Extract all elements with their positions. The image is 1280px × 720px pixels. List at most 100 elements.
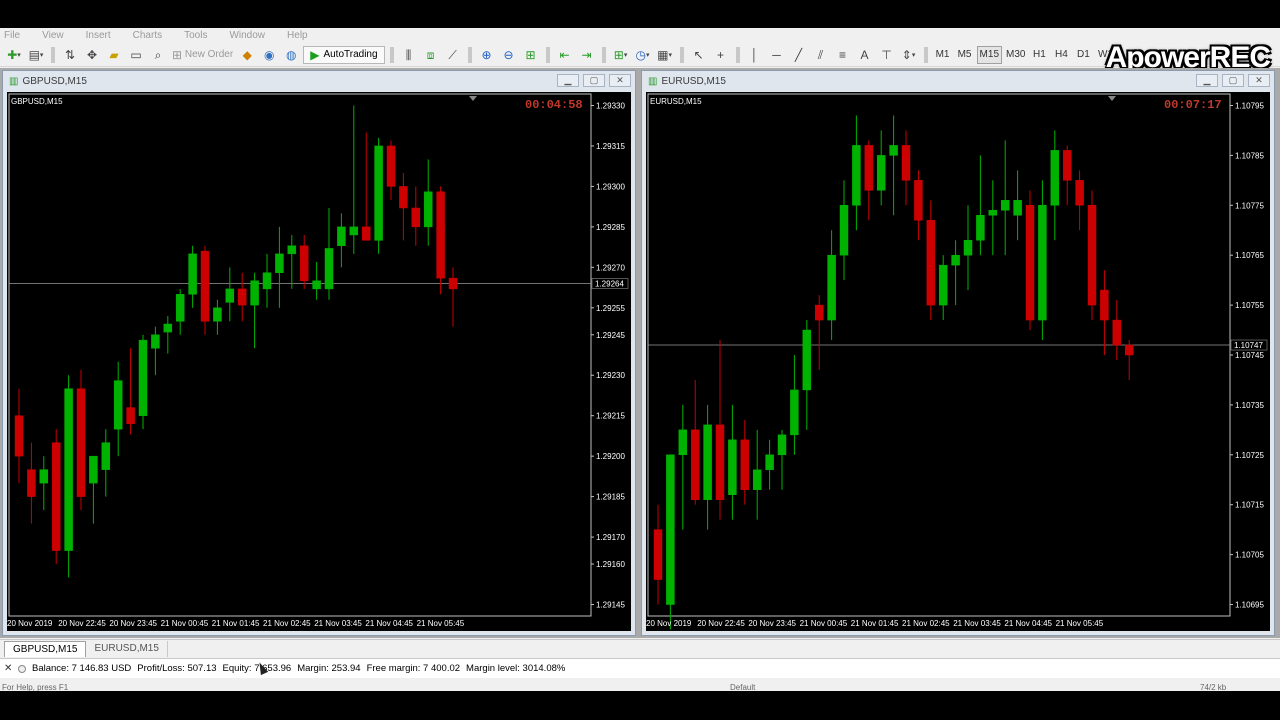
candle-body [423,191,433,228]
tile-windows-button[interactable]: ⊞ [521,46,541,64]
candle-body [361,226,371,241]
chart-symbol-label: GBPUSD,M15 [11,97,63,106]
minimize-button[interactable]: ▁ [1196,74,1218,87]
chart-window-eurusd[interactable]: ▥ EURUSD,M15 ▁ ▢ ✕ 1.10795 1.10785 1.10775… [641,70,1275,636]
templates-button[interactable]: ▦ ▾ [655,46,675,64]
menu-insert[interactable]: Insert [86,30,111,41]
navigator-button[interactable]: ✥ [82,46,102,64]
price-tick-label: 1.10695 [1235,601,1264,610]
tab-eurusd[interactable]: EURUSD,M15 [86,641,168,657]
autotrading-button[interactable]: ▶ AutoTrading [303,45,385,64]
menu-charts[interactable]: Charts [133,30,162,41]
close-button[interactable]: ✕ [1248,74,1270,87]
candle-body [101,442,111,470]
candle-body [765,454,774,471]
price-tick-label: 1.29160 [596,560,625,569]
menu-file[interactable]: File [4,30,20,41]
new-order-button[interactable]: ⊞ New Order [170,46,235,64]
channel-button[interactable]: ⫽ [811,46,831,64]
terminal-button[interactable]: ▭ [126,46,146,64]
auto-scroll-button[interactable]: ⇤ [555,46,575,64]
candle-body [864,145,874,191]
crosshair-tool-button[interactable]: + [711,46,731,64]
chart-canvas[interactable]: 1.10795 1.10785 1.10775 1.10765 1.10755 1.107… [646,92,1270,631]
minimize-button[interactable]: ▁ [557,74,579,87]
new-chart-button[interactable]: ✚ ▾ [4,46,24,64]
bar-chart-button[interactable]: ⫼ [399,46,419,64]
eurusd-candlestick-chart[interactable]: 1.10795 1.10785 1.10775 1.10765 1.10755 1.107… [646,92,1272,633]
candle-body [126,407,135,425]
menu-window[interactable]: Window [229,30,265,41]
timeframe-h4[interactable]: H4 [1051,46,1071,64]
data-window-button[interactable]: ▰ [104,46,124,64]
candle-body [876,155,886,191]
toolbar-separator [923,46,928,63]
time-axis-label: 21 Nov 02:45 [902,619,950,628]
profiles-button[interactable]: ▤ ▾ [26,46,46,64]
timeframe-m5[interactable]: M5 [955,46,975,64]
zoom-out-button[interactable]: ⊖ [499,46,519,64]
main-toolbar: ✚ ▾ ▤ ▾ ⇅ ✥ ▰ ▭ ⌕ ⊞ New Order ◆ ◉ ◍ ▶ AutoT… [0,43,1280,67]
menu-help[interactable]: Help [287,30,308,41]
candle-body [827,254,836,321]
toolbar-separator [601,46,606,63]
toolbar-separator [545,46,550,63]
arrows-icon: ⇕ [901,47,912,62]
candle-body [938,264,948,306]
zoom-in-button[interactable]: ⊕ [477,46,497,64]
price-tick-label: 1.10705 [1235,551,1264,560]
timeframe-m1[interactable]: M1 [933,46,953,64]
market-watch-button[interactable]: ⇅ [60,46,80,64]
text-tool-button[interactable]: A [855,46,875,64]
candle-body [976,215,985,241]
line-chart-button[interactable]: ⟋ [443,46,463,64]
text-label-button[interactable]: ⊤ [877,46,897,64]
timeframe-h1[interactable]: H1 [1029,46,1049,64]
gbpusd-candlestick-chart[interactable]: 1.29330 1.29315 1.29300 1.29285 1.29270 1.292… [7,92,633,633]
periods-button[interactable]: ◷ ▾ [633,46,653,64]
candle-body [200,250,210,322]
candle-body [337,226,346,247]
price-tick-label: 1.10715 [1235,501,1264,510]
time-axis-label: 21 Nov 01:45 [212,619,260,628]
cursor-tool-button[interactable]: ↖ [689,46,709,64]
maximize-button[interactable]: ▢ [1222,74,1244,87]
timeframe-d1[interactable]: D1 [1073,46,1093,64]
chart-window-titlebar[interactable]: ▥ GBPUSD,M15 ▁ ▢ ✕ [3,71,635,91]
market-button[interactable]: ◍ [281,46,301,64]
plus-icon: ✚ [7,47,18,62]
tab-gbpusd[interactable]: GBPUSD,M15 [4,641,87,657]
maximize-button[interactable]: ▢ [583,74,605,87]
indicators-button[interactable]: ⊞ ▾ [611,46,631,64]
candlesticks-button[interactable]: ⧈ [421,46,441,64]
timeframe-m30[interactable]: M30 [1004,46,1027,64]
horizontal-line-button[interactable]: ─ [767,46,787,64]
time-axis-label: 20 Nov 2019 [646,619,692,628]
timeframe-m15[interactable]: M15 [976,45,1002,64]
chart-window-titlebar[interactable]: ▥ EURUSD,M15 ▁ ▢ ✕ [642,71,1274,91]
close-button[interactable]: ✕ [609,74,631,87]
strategy-tester-button[interactable]: ⌕ [148,46,168,64]
vertical-line-button[interactable]: │ [745,46,765,64]
zoom-out-icon: ⊖ [503,47,514,62]
trendline-button[interactable]: ╱ [789,46,809,64]
close-terminal-icon[interactable]: ✕ [4,663,14,674]
chart-window-icon: ▥ [9,75,19,87]
toolbar-separator [389,46,394,63]
signals-button[interactable]: ◉ [259,46,279,64]
toolbar-separator [467,46,472,63]
chart-canvas[interactable]: 1.29330 1.29315 1.29300 1.29285 1.29270 1.292… [7,92,631,631]
chart-window-gbpusd[interactable]: ▥ GBPUSD,M15 ▁ ▢ ✕ 1.29330 1.29315 1.29300… [2,70,636,636]
metaeditor-button[interactable]: ◆ [237,46,257,64]
price-tick-label: 1.29230 [596,371,625,380]
price-tick-label: 1.29170 [596,533,625,542]
time-axis-label: 20 Nov 2019 [7,619,53,628]
chart-shift-icon: ⇥ [581,47,592,62]
candle-timer: 00:07:17 [1164,98,1222,112]
fibonacci-button[interactable]: ≡ [833,46,853,64]
chart-shift-button[interactable]: ⇥ [577,46,597,64]
menu-tools[interactable]: Tools [184,30,207,41]
arrows-button[interactable]: ⇕ ▾ [899,46,919,64]
candle-body [113,380,123,430]
menu-view[interactable]: View [42,30,64,41]
